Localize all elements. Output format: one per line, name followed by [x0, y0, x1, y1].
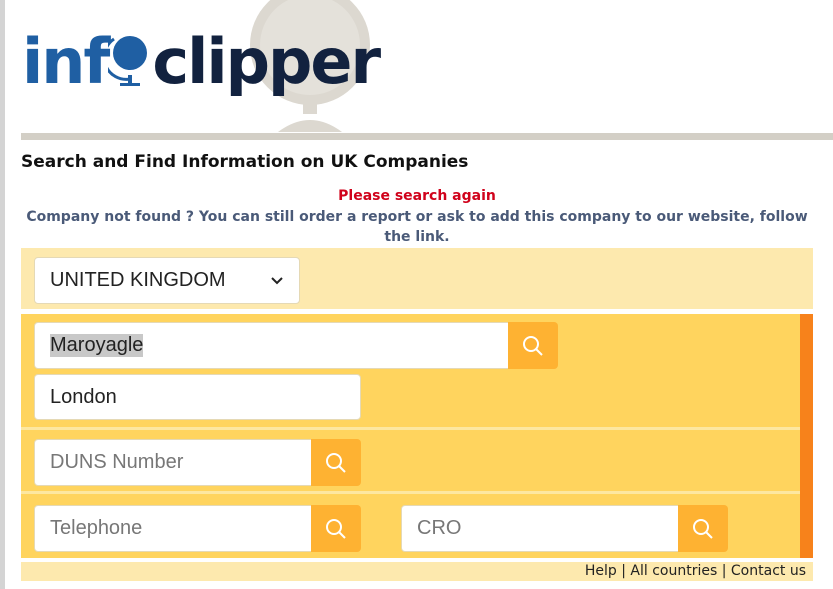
divider: [21, 427, 800, 430]
help-link[interactable]: Help: [585, 563, 617, 579]
duns-placeholder: DUNS Number: [50, 451, 184, 473]
country-value: UNITED KINGDOM: [50, 269, 226, 291]
contact-us-link[interactable]: Contact us: [731, 563, 806, 579]
search-icon: [693, 518, 713, 539]
page-title: Search and Find Information on UK Compan…: [21, 152, 469, 172]
divider: [21, 491, 800, 494]
separator: |: [621, 563, 626, 579]
not-found-link[interactable]: Company not found ? You can still order …: [21, 207, 813, 247]
duns-input[interactable]: DUNS Number: [34, 439, 312, 486]
city-value: London: [50, 385, 117, 408]
chevron-down-icon: [271, 276, 283, 284]
cro-placeholder: CRO: [417, 517, 462, 539]
separator: |: [721, 563, 727, 579]
left-border: [0, 0, 5, 589]
header-divider: [21, 133, 833, 140]
country-select[interactable]: UNITED KINGDOM: [34, 257, 300, 304]
search-cro-button[interactable]: [678, 505, 728, 552]
city-input[interactable]: London: [34, 374, 361, 420]
search-icon: [326, 452, 346, 473]
telephone-input[interactable]: Telephone: [34, 505, 312, 552]
search-icon: [326, 518, 346, 539]
error-message: Please search again: [338, 188, 496, 204]
search-icon: [523, 335, 543, 356]
search-name-button[interactable]: [508, 322, 558, 369]
cro-input[interactable]: CRO: [401, 505, 679, 552]
footer-links: Help | All countries | Contact us: [21, 562, 813, 581]
search-duns-button[interactable]: [311, 439, 361, 486]
search-telephone-button[interactable]: [311, 505, 361, 552]
globe-icon: [103, 36, 148, 86]
company-name-input[interactable]: Maroyagle: [34, 322, 509, 369]
company-name-value: Maroyagle: [50, 334, 144, 357]
all-countries-link[interactable]: All countries: [630, 563, 717, 579]
telephone-placeholder: Telephone: [50, 517, 143, 539]
infoclipper-logo[interactable]: inf clipper: [22, 22, 381, 102]
